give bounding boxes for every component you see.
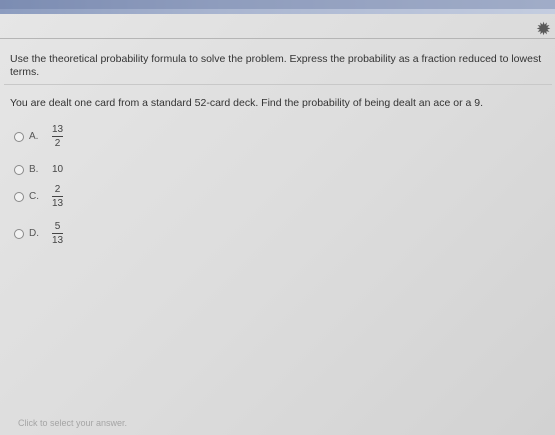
option-letter: D.: [29, 228, 39, 239]
radio-button[interactable]: [14, 164, 24, 175]
fraction: 13 2: [52, 124, 64, 149]
fraction-bar: [52, 136, 64, 137]
denominator: 13: [52, 198, 64, 209]
numerator: 5: [54, 221, 61, 232]
denominator: 13: [52, 235, 64, 246]
header-divider: [0, 38, 555, 39]
fraction-bar: [52, 196, 64, 197]
radio-button[interactable]: [14, 191, 24, 202]
numerator: 13: [52, 124, 64, 135]
fraction: 2 13: [52, 184, 64, 209]
radio-button[interactable]: [14, 228, 24, 239]
denominator: 2: [54, 138, 61, 149]
option-letter: C.: [29, 191, 39, 202]
option-a[interactable]: A. 13 2: [14, 124, 64, 149]
option-value: 10: [52, 164, 64, 175]
question-text: You are dealt one card from a standard 5…: [10, 97, 483, 109]
banner-strip: [0, 0, 555, 9]
section-divider: [4, 84, 552, 85]
option-letter: B.: [29, 164, 39, 175]
option-b[interactable]: B. 10: [14, 164, 63, 175]
numerator: 2: [54, 184, 61, 195]
top-banner: [0, 0, 555, 14]
option-d[interactable]: D. 5 13: [14, 221, 64, 246]
radio-button[interactable]: [14, 131, 24, 142]
option-c[interactable]: C. 2 13: [14, 184, 64, 209]
option-letter: A.: [29, 131, 39, 142]
gear-icon[interactable]: ✹: [536, 20, 554, 38]
footer-hint: Click to select your answer.: [18, 418, 128, 428]
instructions-text: Use the theoretical probability formula …: [10, 53, 542, 78]
fraction: 5 13: [52, 221, 64, 246]
fraction-bar: [52, 233, 64, 234]
